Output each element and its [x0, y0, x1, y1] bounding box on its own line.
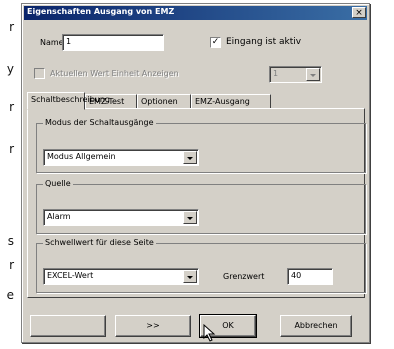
threshold-select-value: EXCEL-Wert	[47, 271, 94, 280]
chevron-down-icon[interactable]	[183, 211, 197, 224]
back-button[interactable]	[30, 315, 106, 337]
tab-emz-ausgang[interactable]: EMZ-Ausgang	[191, 94, 271, 109]
show-value-checkbox[interactable]	[34, 68, 45, 79]
close-button[interactable]: ×	[352, 7, 366, 18]
background-text: r	[9, 142, 14, 156]
background-text: r	[9, 258, 14, 272]
output-mode-select-value: Modus Allgemein	[47, 152, 116, 161]
threshold-select[interactable]: EXCEL-Wert	[43, 268, 199, 285]
background-text: r	[9, 100, 14, 114]
background-text: r	[9, 20, 14, 34]
unit-select-value: 1	[273, 69, 279, 78]
unit-select[interactable]: 1	[269, 66, 322, 83]
checkmark-icon: ✓	[211, 37, 220, 47]
source-group: Quelle Alarm	[36, 179, 366, 234]
limit-input[interactable]: 40	[287, 268, 333, 285]
chevron-down-icon[interactable]	[306, 68, 320, 81]
name-input[interactable]: 1	[62, 34, 164, 51]
chevron-down-icon[interactable]	[183, 270, 197, 283]
threshold-group-title: Schwellwert für diese Seite	[43, 238, 156, 247]
tab-schaltbeschreibung[interactable]: Schaltbeschreibung	[27, 92, 110, 110]
threshold-group: Schwellwert für diese Seite EXCEL-Wert G…	[36, 238, 366, 293]
mouse-cursor-icon	[203, 324, 216, 342]
tab-panel: Modus der Schaltausgänge Modus Allgemein…	[27, 108, 366, 298]
background-text: s	[7, 234, 14, 248]
output-mode-group: Modus der Schaltausgänge Modus Allgemein	[36, 118, 366, 173]
chevron-down-icon[interactable]	[183, 151, 197, 164]
output-mode-group-title: Modus der Schaltausgänge	[43, 118, 156, 127]
cancel-button[interactable]: Abbrechen	[280, 315, 352, 337]
title-bar[interactable]: Eigenschaften Ausgang von EMZ ×	[24, 6, 367, 20]
background-text: y	[6, 62, 14, 76]
show-value-label: Aktuellen Wert Einheit Anzeigen	[50, 69, 179, 78]
properties-dialog: Eigenschaften Ausgang von EMZ × Name 1 ✓…	[21, 3, 370, 343]
limit-label: Grenzwert	[223, 272, 265, 281]
forward-button[interactable]: >>	[115, 315, 191, 337]
active-label: Eingang ist aktiv	[226, 37, 302, 47]
background-text: e	[6, 288, 14, 302]
dialog-title: Eigenschaften Ausgang von EMZ	[27, 7, 175, 16]
source-select[interactable]: Alarm	[43, 209, 199, 226]
name-label: Name	[40, 38, 64, 47]
active-checkbox[interactable]: ✓	[210, 37, 221, 48]
source-group-title: Quelle	[43, 179, 73, 188]
source-select-value: Alarm	[47, 212, 71, 221]
tab-optionen[interactable]: Optionen	[137, 94, 191, 109]
output-mode-select[interactable]: Modus Allgemein	[43, 149, 199, 166]
